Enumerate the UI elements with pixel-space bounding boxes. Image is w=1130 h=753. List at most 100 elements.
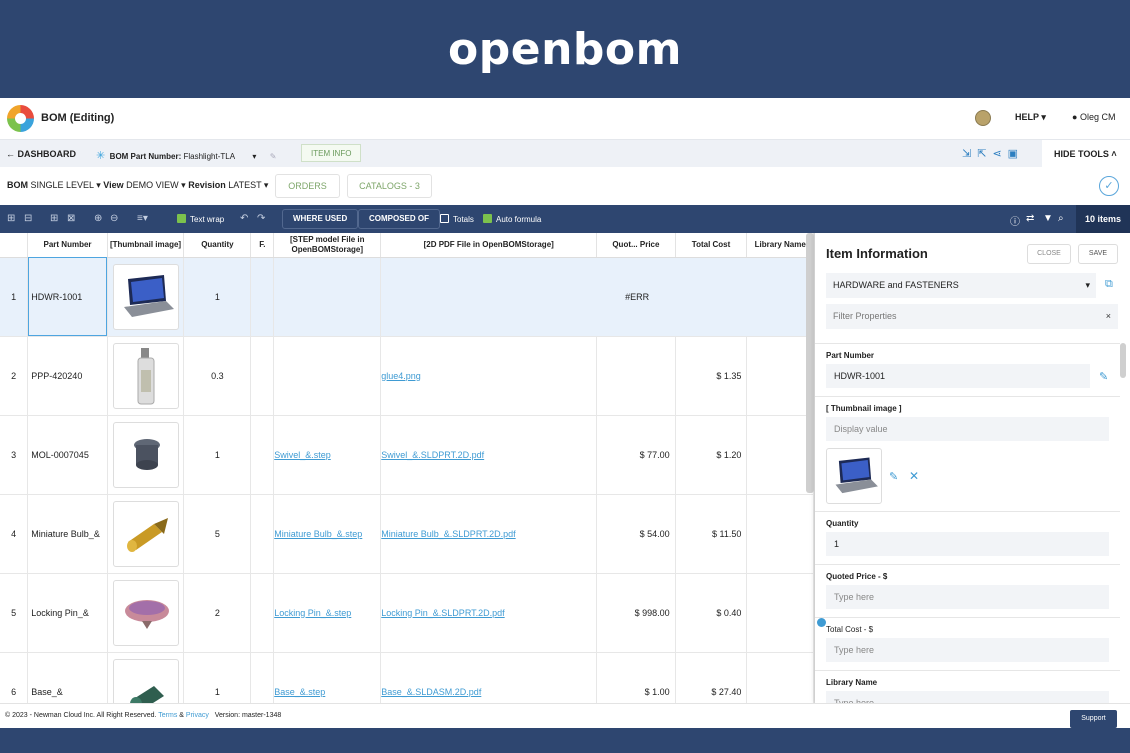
quantity-field[interactable]: 1	[826, 532, 1109, 556]
pdf-file-cell[interactable]: Miniature Bulb_&.SLDPRT.2D.pdf	[380, 494, 598, 574]
hide-tools-button[interactable]: HIDE TOOLS ˄	[1042, 140, 1130, 168]
step-file-link[interactable]: Miniature Bulb_&.step	[274, 529, 362, 539]
step-file-cell[interactable]: Base_&.step	[273, 652, 382, 703]
pdf-file-link[interactable]: Locking Pin_&.SLDPRT.2D.pdf	[381, 608, 504, 618]
quoted-price-cell[interactable]: $ 54.00	[596, 494, 676, 574]
part-number-cell[interactable]: Base_&	[27, 652, 108, 703]
thumbnail-cell[interactable]	[107, 652, 185, 703]
bom-level-select[interactable]: SINGLE LEVEL ▾	[31, 180, 101, 190]
quantity-cell[interactable]: 2	[183, 573, 252, 653]
total-cost-cell[interactable]: $ 1.35	[675, 336, 748, 416]
move-up-icon[interactable]: ⊕	[94, 213, 102, 224]
f-cell[interactable]	[250, 336, 275, 416]
error-cell[interactable]: #ERR	[380, 257, 814, 337]
swap-icon[interactable]: ⇄	[1026, 213, 1034, 224]
step-file-link[interactable]: Locking Pin_&.step	[274, 608, 351, 618]
pdf-file-cell[interactable]: glue4.png	[380, 336, 598, 416]
remove-thumbnail-icon[interactable]: ✕	[909, 469, 919, 483]
search-icon[interactable]: ⌕	[1058, 213, 1064, 224]
totals-checkbox[interactable]: Totals	[440, 214, 474, 224]
pdf-file-cell[interactable]: Swivel_&.SLDPRT.2D.pdf	[380, 415, 598, 495]
terms-link[interactable]: Terms	[158, 712, 177, 719]
bom-part-number-selector[interactable]: ✳ BOM Part Number: Flashlight-TLA ▾ ✎	[96, 149, 276, 162]
quoted-price-cell[interactable]	[596, 336, 676, 416]
part-number-cell[interactable]: Miniature Bulb_&	[27, 494, 108, 574]
text-wrap-checkbox[interactable]: Text wrap	[177, 214, 224, 224]
app-logo-icon[interactable]	[7, 105, 34, 132]
part-number-cell[interactable]: HDWR-1001	[27, 257, 108, 337]
support-button[interactable]: Support	[1070, 710, 1117, 728]
quantity-cell[interactable]: 0.3	[183, 336, 252, 416]
close-button[interactable]: CLOSE	[1027, 244, 1071, 264]
import-icon[interactable]: ⇲	[962, 148, 977, 160]
step-file-cell[interactable]	[273, 336, 382, 416]
table-row[interactable]: 1 HDWR-1001 1 #ERR	[0, 257, 814, 337]
checklist-icon[interactable]: ✓	[1099, 176, 1119, 196]
f-cell[interactable]	[250, 652, 275, 703]
filter-properties-input[interactable]: Filter Properties ×	[826, 304, 1118, 329]
f-cell[interactable]	[250, 257, 275, 337]
table-row[interactable]: 5 Locking Pin_& 2 Locking Pin_&.step Loc…	[0, 573, 814, 653]
thumbnail-cell[interactable]	[107, 573, 185, 653]
library-name-cell[interactable]	[746, 573, 814, 653]
quantity-cell[interactable]: 5	[183, 494, 252, 574]
table-row[interactable]: 6 Base_& 1 Base_&.step Base_&.SLDASM.2D.…	[0, 652, 814, 703]
column-header[interactable]: [2D PDF File in OpenBOMStorage]	[380, 233, 598, 258]
total-cost-cell[interactable]: $ 0.40	[675, 573, 748, 653]
help-menu[interactable]: HELP ▾	[1015, 112, 1046, 123]
part-number-cell[interactable]: Locking Pin_&	[27, 573, 108, 653]
add-row-icon[interactable]: ⊞	[7, 213, 15, 224]
step-file-link[interactable]: Swivel_&.step	[274, 450, 331, 460]
share-icon[interactable]: ⋖	[992, 148, 1007, 160]
step-file-link[interactable]: Base_&.step	[274, 687, 325, 697]
step-file-cell[interactable]: Swivel_&.step	[273, 415, 382, 495]
panel-scrollbar[interactable]	[1120, 343, 1126, 378]
library-name-cell[interactable]	[746, 336, 814, 416]
table-row[interactable]: 4 Miniature Bulb_& 5 Miniature Bulb_&.st…	[0, 494, 814, 574]
column-header[interactable]: Part Number	[27, 233, 108, 258]
thumbnail-display-field[interactable]: Display value	[826, 417, 1109, 441]
pdf-file-link[interactable]: Base_&.SLDASM.2D.pdf	[381, 687, 481, 697]
catalogs-button[interactable]: CATALOGS - 3	[347, 174, 432, 198]
column-header[interactable]: Library Name	[746, 233, 814, 258]
library-name-cell[interactable]	[746, 652, 814, 703]
total-cost-cell[interactable]: $ 1.20	[675, 415, 748, 495]
column-header[interactable]: F.	[250, 233, 275, 258]
total-cost-cell[interactable]: $ 11.50	[675, 494, 748, 574]
auto-formula-checkbox[interactable]: Auto formula	[483, 214, 541, 224]
quoted-price-cell[interactable]: $ 998.00	[596, 573, 676, 653]
filter-icon[interactable]: ▼	[1043, 213, 1053, 224]
column-header[interactable]: Quantity	[183, 233, 252, 258]
library-name-cell[interactable]	[746, 494, 814, 574]
undo-icon[interactable]: ↶	[240, 213, 248, 224]
dashboard-link[interactable]: ← DASHBOARD	[6, 149, 76, 159]
info-icon[interactable]: ⓘ	[1010, 213, 1020, 228]
pdf-file-link[interactable]: Miniature Bulb_&.SLDPRT.2D.pdf	[381, 529, 515, 539]
pdf-file-cell[interactable]: Locking Pin_&.SLDPRT.2D.pdf	[380, 573, 598, 653]
delete-column-icon[interactable]: ⊠	[67, 213, 75, 224]
add-column-icon[interactable]: ⊞	[50, 213, 58, 224]
delete-row-icon[interactable]: ⊟	[24, 213, 32, 224]
edit-icon[interactable]: ✎	[1099, 370, 1108, 383]
quantity-cell[interactable]: 1	[183, 415, 252, 495]
pdf-file-cell[interactable]: Base_&.SLDASM.2D.pdf	[380, 652, 598, 703]
orders-button[interactable]: ORDERS	[275, 174, 340, 198]
quoted-price-cell[interactable]: $ 1.00	[596, 652, 676, 703]
export-icon[interactable]: ⇱	[977, 148, 992, 160]
edit-icon[interactable]: ✎	[270, 152, 277, 161]
column-header[interactable]: [STEP model File in OpenBOMStorage]	[273, 233, 382, 258]
column-header[interactable]: Quot... Price	[596, 233, 676, 258]
column-header[interactable]: [Thumbnail image]	[107, 233, 185, 258]
catalog-select[interactable]: HARDWARE and FASTENERS ▾	[826, 273, 1096, 298]
item-info-button[interactable]: ITEM INFO	[301, 144, 362, 162]
quantity-cell[interactable]: 1	[183, 257, 252, 337]
step-file-cell[interactable]: Locking Pin_&.step	[273, 573, 382, 653]
library-name-cell[interactable]	[746, 415, 814, 495]
step-file-cell[interactable]: Miniature Bulb_&.step	[273, 494, 382, 574]
table-row[interactable]: 2 PPP-420240 0.3 glue4.png $ 1.35	[0, 336, 814, 416]
open-external-icon[interactable]: ⧉	[1105, 278, 1113, 291]
total-cost-cell[interactable]: $ 27.40	[675, 652, 748, 703]
f-cell[interactable]	[250, 494, 275, 574]
table-row[interactable]: 3 MOL-0007045 1 Swivel_&.step Swivel_&.S…	[0, 415, 814, 495]
thumbnail-cell[interactable]	[107, 257, 185, 337]
